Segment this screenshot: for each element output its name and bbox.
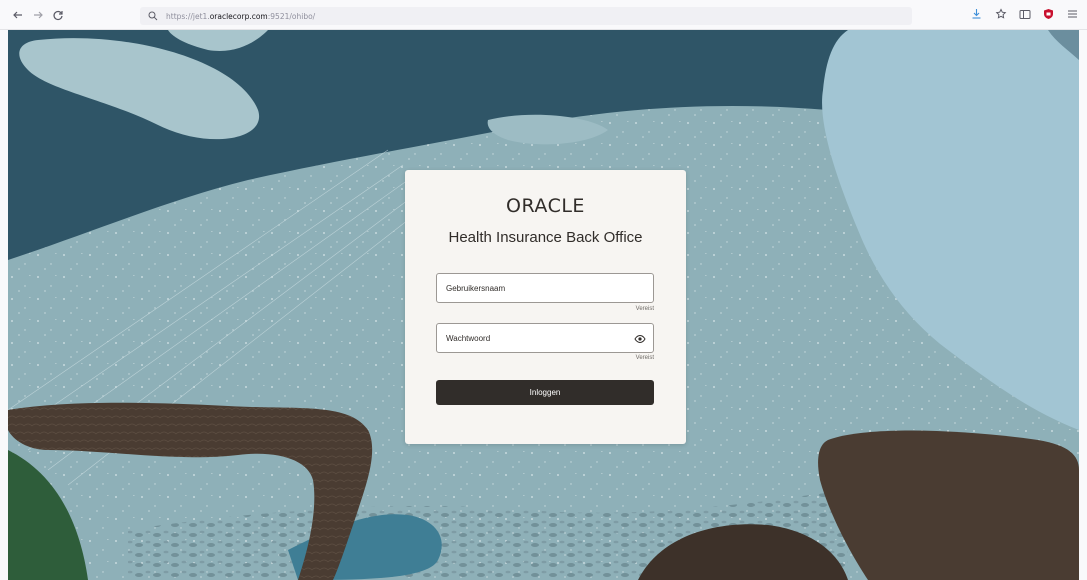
- password-field[interactable]: Wachtwoord: [436, 323, 654, 353]
- url-prefix: https://jet1.: [166, 11, 210, 21]
- oracle-logo: ORACLE: [506, 195, 585, 217]
- login-page: ORACLE Health Insurance Back Office Gebr…: [8, 30, 1079, 580]
- download-icon[interactable]: [970, 7, 983, 21]
- toolbar-right: [970, 7, 1079, 21]
- address-bar[interactable]: https://jet1.oraclecorp.com:9521/ohibo/: [140, 7, 912, 25]
- username-required-text: Vereist: [635, 306, 654, 312]
- search-icon: [148, 11, 158, 21]
- reload-icon[interactable]: [50, 7, 66, 23]
- sidebar-icon[interactable]: [1018, 7, 1031, 21]
- url-text: https://jet1.oraclecorp.com:9521/ohibo/: [166, 12, 315, 21]
- login-button[interactable]: Inloggen: [436, 380, 654, 405]
- back-icon[interactable]: [10, 7, 26, 23]
- forward-icon[interactable]: [30, 7, 46, 23]
- password-placeholder: Wachtwoord: [446, 333, 491, 343]
- password-required-text: Vereist: [635, 355, 654, 361]
- eye-icon[interactable]: [634, 333, 646, 345]
- url-suffix: :9521/ohibo/: [267, 11, 316, 21]
- username-field[interactable]: Gebruikersnaam: [436, 273, 654, 303]
- url-host: oraclecorp.com: [209, 11, 268, 21]
- shield-extension-icon[interactable]: [1042, 7, 1055, 21]
- menu-icon[interactable]: [1066, 7, 1079, 21]
- username-placeholder: Gebruikersnaam: [446, 283, 506, 293]
- login-card: ORACLE Health Insurance Back Office Gebr…: [405, 170, 686, 444]
- app-title: Health Insurance Back Office: [448, 229, 643, 246]
- browser-toolbar: https://jet1.oraclecorp.com:9521/ohibo/: [0, 0, 1087, 30]
- bookmark-icon[interactable]: [994, 7, 1007, 21]
